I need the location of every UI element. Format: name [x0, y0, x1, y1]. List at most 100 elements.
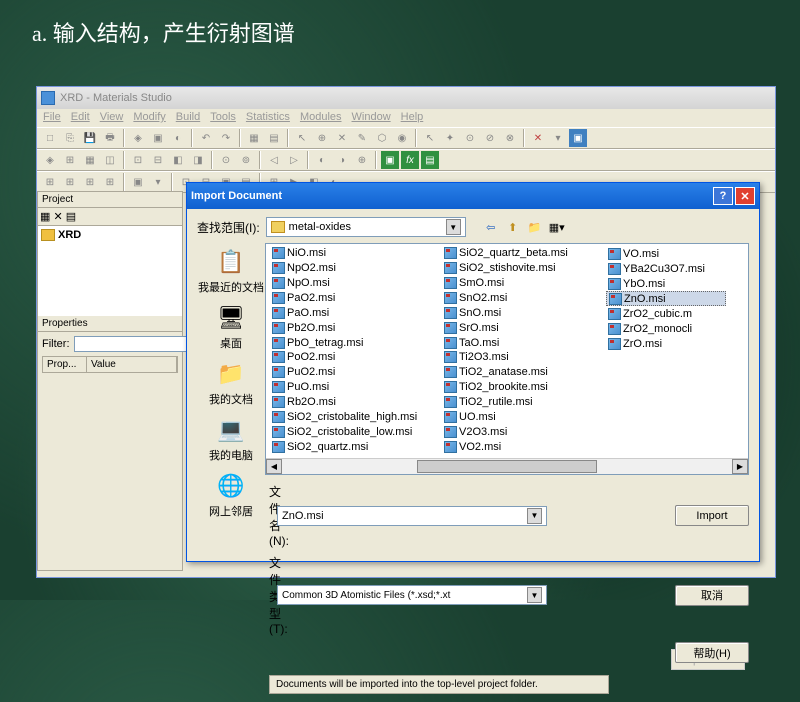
- file-item[interactable]: SiO2_stishovite.msi: [442, 261, 606, 276]
- back-icon[interactable]: ⇦: [482, 218, 500, 236]
- import-button[interactable]: Import: [675, 505, 749, 526]
- tool-icon[interactable]: ▣: [569, 129, 587, 147]
- redo-icon[interactable]: ↷: [217, 129, 235, 147]
- tool-icon[interactable]: ⊞: [81, 173, 99, 191]
- tool-icon[interactable]: ▦: [40, 211, 50, 223]
- menu-modify[interactable]: Modify: [133, 111, 165, 125]
- tool-icon[interactable]: ⊘: [481, 129, 499, 147]
- tool-icon[interactable]: ⊞: [61, 151, 79, 169]
- tool-icon[interactable]: ⊞: [101, 173, 119, 191]
- dialog-titlebar[interactable]: Import Document ? ✕: [187, 183, 759, 209]
- tool-icon[interactable]: ◁: [265, 151, 283, 169]
- file-item[interactable]: PuO.msi: [270, 380, 442, 395]
- file-item[interactable]: PaO2.msi: [270, 291, 442, 306]
- cancel-button[interactable]: 取消: [675, 585, 749, 606]
- close-icon[interactable]: ✕: [735, 187, 755, 205]
- menu-statistics[interactable]: Statistics: [246, 111, 290, 125]
- tool-icon[interactable]: ⊞: [41, 173, 59, 191]
- tool-icon[interactable]: ◈: [129, 129, 147, 147]
- tool-icon[interactable]: ✕: [53, 211, 62, 223]
- help-icon[interactable]: ?: [713, 187, 733, 205]
- tool-icon[interactable]: ⬡: [373, 129, 391, 147]
- tool-icon[interactable]: ▦: [245, 129, 263, 147]
- file-item[interactable]: PuO2.msi: [270, 365, 442, 380]
- dropdown-icon[interactable]: ▼: [446, 219, 461, 235]
- file-item[interactable]: SiO2_quartz_beta.msi: [442, 246, 606, 261]
- file-item[interactable]: PbO_tetrag.msi: [270, 335, 442, 350]
- tool-icon[interactable]: ▣: [381, 151, 399, 169]
- file-item[interactable]: SnO.msi: [442, 305, 606, 320]
- tool-icon[interactable]: ▣: [149, 129, 167, 147]
- file-item[interactable]: Pb2O.msi: [270, 320, 442, 335]
- place-computer[interactable]: 💻我的电脑: [209, 415, 253, 463]
- help-button[interactable]: 帮助(H): [675, 642, 749, 663]
- filetype-select[interactable]: Common 3D Atomistic Files (*.xsd;*.xt ▼: [277, 585, 547, 605]
- tool-icon[interactable]: ▤: [66, 211, 76, 223]
- file-item[interactable]: TiO2_rutile.msi: [442, 395, 606, 410]
- file-item[interactable]: UO.msi: [442, 409, 606, 424]
- file-item[interactable]: TiO2_anatase.msi: [442, 365, 606, 380]
- up-icon[interactable]: ⬆: [504, 218, 522, 236]
- file-item[interactable]: SiO2_cristobalite_high.msi: [270, 409, 442, 424]
- project-root[interactable]: XRD: [40, 228, 180, 242]
- tool-icon[interactable]: ▤: [421, 151, 439, 169]
- file-item[interactable]: TiO2_brookite.msi: [442, 380, 606, 395]
- menu-modules[interactable]: Modules: [300, 111, 342, 125]
- file-item[interactable]: ZrO2_cubic.m: [606, 306, 726, 321]
- dropdown-icon[interactable]: ▼: [527, 508, 542, 524]
- file-item[interactable]: SnO2.msi: [442, 291, 606, 306]
- menu-window[interactable]: Window: [352, 111, 391, 125]
- tool-icon[interactable]: ▾: [549, 129, 567, 147]
- file-item[interactable]: YBa2Cu3O7.msi: [606, 261, 726, 276]
- tool-icon[interactable]: ✦: [441, 129, 459, 147]
- new-folder-icon[interactable]: 📁: [526, 218, 544, 236]
- file-item[interactable]: YbO.msi: [606, 276, 726, 291]
- tool-icon[interactable]: ◨: [189, 151, 207, 169]
- project-tree[interactable]: XRD: [38, 226, 182, 316]
- menu-edit[interactable]: Edit: [71, 111, 90, 125]
- pointer-icon[interactable]: ↖: [293, 129, 311, 147]
- tool-icon[interactable]: ◐: [313, 151, 331, 169]
- file-item[interactable]: Rb2O.msi: [270, 395, 442, 410]
- open-icon[interactable]: ⎘: [61, 129, 79, 147]
- file-item[interactable]: NpO.msi: [270, 276, 442, 291]
- file-item[interactable]: PoO2.msi: [270, 350, 442, 365]
- horizontal-scrollbar[interactable]: ◀ ▶: [266, 458, 748, 474]
- tool-icon[interactable]: ⊞: [61, 173, 79, 191]
- file-item[interactable]: V2O3.msi: [442, 424, 606, 439]
- undo-icon[interactable]: ↶: [197, 129, 215, 147]
- menu-build[interactable]: Build: [176, 111, 200, 125]
- file-item[interactable]: SiO2_quartz.msi: [270, 439, 442, 454]
- file-item[interactable]: VO2.msi: [442, 439, 606, 454]
- tool-icon[interactable]: ⊙: [217, 151, 235, 169]
- tool-icon[interactable]: ✕: [333, 129, 351, 147]
- view-icon[interactable]: ▦▾: [548, 218, 566, 236]
- tool-icon[interactable]: ▤: [265, 129, 283, 147]
- tool-icon[interactable]: ⊚: [237, 151, 255, 169]
- scroll-right-icon[interactable]: ▶: [732, 459, 748, 474]
- tool-icon[interactable]: ▦: [81, 151, 99, 169]
- tool-icon[interactable]: ▣: [129, 173, 147, 191]
- tool-icon[interactable]: ↖: [421, 129, 439, 147]
- tool-icon[interactable]: ✕: [529, 129, 547, 147]
- tool-icon[interactable]: ⊡: [129, 151, 147, 169]
- filename-input[interactable]: ZnO.msi ▼: [277, 506, 547, 526]
- tool-icon[interactable]: ⊗: [501, 129, 519, 147]
- tool-icon[interactable]: ▷: [285, 151, 303, 169]
- scroll-thumb[interactable]: [417, 460, 597, 473]
- col-value[interactable]: Value: [87, 357, 177, 372]
- dropdown-icon[interactable]: ▼: [527, 587, 542, 603]
- file-item[interactable]: PaO.msi: [270, 305, 442, 320]
- place-recent[interactable]: 📋我最近的文档: [198, 247, 264, 295]
- tool-icon[interactable]: ◈: [41, 151, 59, 169]
- tool-icon[interactable]: ⊟: [149, 151, 167, 169]
- new-icon[interactable]: □: [41, 129, 59, 147]
- file-item[interactable]: ZrO.msi: [606, 336, 726, 351]
- menu-view[interactable]: View: [100, 111, 124, 125]
- tool-icon[interactable]: ✎: [353, 129, 371, 147]
- file-item[interactable]: SmO.msi: [442, 276, 606, 291]
- tool-icon[interactable]: ▾: [149, 173, 167, 191]
- file-list[interactable]: NiO.msiNpO2.msiNpO.msiPaO2.msiPaO.msiPb2…: [265, 243, 749, 475]
- scroll-left-icon[interactable]: ◀: [266, 459, 282, 474]
- tool-icon[interactable]: ⊕: [313, 129, 331, 147]
